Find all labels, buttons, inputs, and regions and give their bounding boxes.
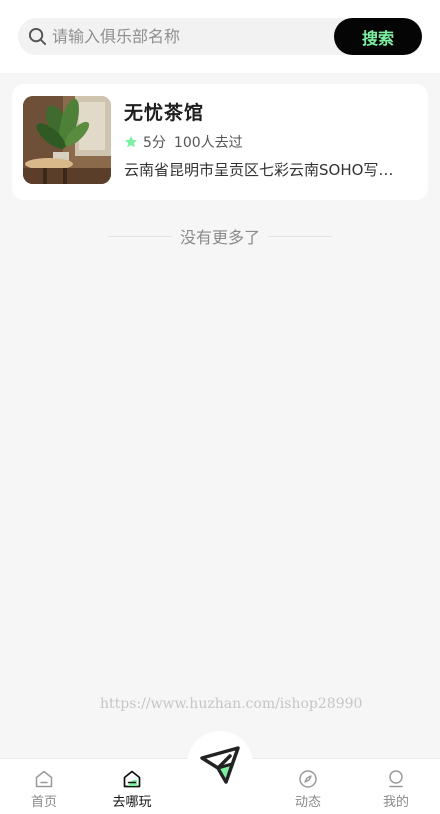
- center-action-button[interactable]: [187, 731, 253, 797]
- club-photo: [23, 96, 111, 184]
- explore-home-icon: [123, 770, 141, 788]
- tab-mine-label: 我的: [382, 795, 409, 810]
- club-name: 无忧茶馆: [124, 102, 205, 124]
- club-card[interactable]: 无忧茶馆 5分 100人去过 云南省昆明市呈贡区七彩云南SOHO写字楼: [12, 84, 428, 200]
- search-bar[interactable]: 搜索: [18, 18, 422, 55]
- search-button[interactable]: 搜索: [334, 18, 422, 55]
- club-thumbnail: [23, 96, 111, 184]
- tab-moments[interactable]: 动态: [273, 759, 343, 814]
- home-icon: [35, 770, 53, 788]
- send-icon: [200, 746, 240, 784]
- divider-line-right: [268, 235, 333, 237]
- tab-explore[interactable]: 去哪玩: [97, 759, 167, 814]
- list-end-text: 没有更多了: [180, 228, 261, 247]
- compass-icon: [299, 770, 317, 788]
- club-address: 云南省昆明市呈贡区七彩云南SOHO写字楼: [124, 161, 406, 179]
- search-icon: [28, 27, 47, 46]
- tab-mine[interactable]: 我的: [361, 759, 431, 814]
- page: 搜索 无忧茶馆: [0, 0, 440, 814]
- tab-explore-label: 去哪玩: [112, 795, 152, 810]
- star-icon: [124, 135, 138, 148]
- search-input[interactable]: [52, 18, 342, 55]
- tab-home[interactable]: 首页: [9, 759, 79, 814]
- club-meta: 5分 100人去过: [124, 132, 243, 152]
- tab-home-label: 首页: [30, 795, 57, 810]
- club-visitors: 100人去过: [173, 135, 243, 151]
- club-score: 5分: [143, 135, 166, 151]
- divider-line-left: [108, 235, 172, 237]
- user-icon: [389, 770, 403, 788]
- header: 搜索: [0, 0, 440, 73]
- list-end-indicator: 没有更多了: [108, 224, 333, 248]
- watermark-text: https://www.huzhan.com/ishop28990: [100, 696, 363, 712]
- tab-moments-label: 动态: [294, 795, 321, 810]
